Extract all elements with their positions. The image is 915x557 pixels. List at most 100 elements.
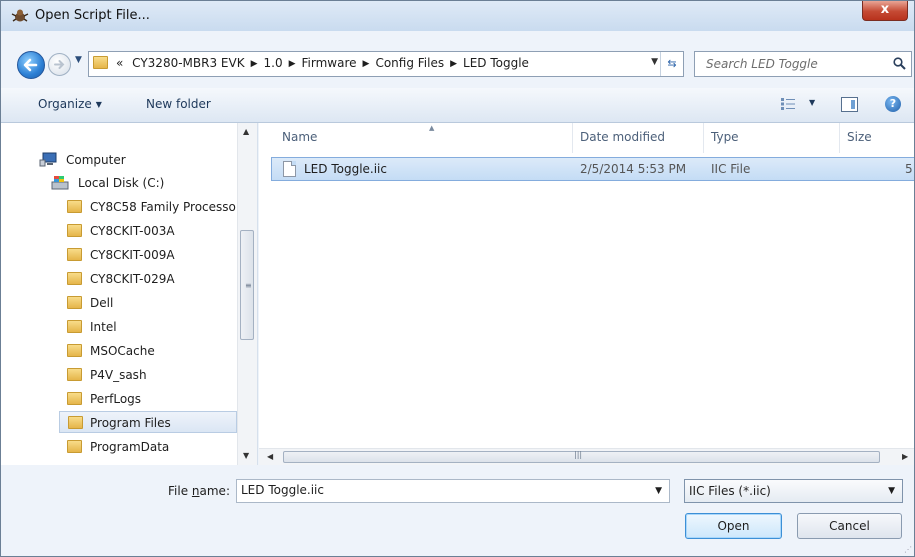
breadcrumb: « CY3280-MBR3 EVK ▶ 1.0 ▶ Firmware ▶ Config Fi… xyxy=(116,56,529,70)
nav-label: PerfLogs xyxy=(90,392,142,406)
column-header-size[interactable]: Size xyxy=(847,130,872,144)
access-key: n xyxy=(191,484,200,498)
scroll-left-icon[interactable]: ◀ xyxy=(267,452,273,461)
chevron-down-icon: ▼ xyxy=(888,486,895,496)
column-header-date[interactable]: Date modified xyxy=(580,130,665,144)
folder-icon xyxy=(67,392,82,405)
folder-icon xyxy=(67,248,82,261)
nav-item-folder[interactable]: PerfLogs xyxy=(1,388,237,410)
organize-label: Organize xyxy=(38,97,92,111)
command-bar: Organize ▼ New folder ▼ ? xyxy=(1,88,914,123)
file-date: 2/5/2014 5:53 PM xyxy=(580,162,687,176)
navigation-bar: ▼ « CY3280-MBR3 EVK ▶ 1.0 ▶ Firmware ▶ Config … xyxy=(1,32,914,88)
local-disk-icon xyxy=(51,176,69,190)
column-divider[interactable] xyxy=(703,123,704,153)
chevron-right-icon[interactable]: ▶ xyxy=(289,59,296,69)
nav-label: CY8CKIT-029A xyxy=(90,272,175,286)
scroll-up-icon[interactable]: ▲ xyxy=(243,127,249,136)
chevron-down-icon: ▼ xyxy=(95,100,102,109)
chevron-right-icon[interactable]: ▶ xyxy=(251,59,258,69)
scroll-right-icon[interactable]: ▶ xyxy=(902,452,908,461)
recent-locations-dropdown-icon[interactable]: ▼ xyxy=(75,55,82,65)
breadcrumb-item[interactable]: Firmware xyxy=(302,56,357,70)
app-icon xyxy=(11,9,29,22)
computer-icon xyxy=(39,152,57,167)
breadcrumb-item[interactable]: 1.0 xyxy=(264,56,283,70)
cancel-button[interactable]: Cancel xyxy=(797,513,902,539)
dialog-footer: File name: ▼ IIC Files (*.iic) ▼ Open Ca… xyxy=(1,466,914,556)
nav-label: Dell xyxy=(90,296,114,310)
nav-item-folder[interactable]: CY8CKIT-029A xyxy=(1,268,237,290)
column-divider[interactable] xyxy=(572,123,573,153)
back-button[interactable] xyxy=(17,51,45,79)
grip-icon: ≡ xyxy=(245,281,252,290)
breadcrumb-overflow[interactable]: « xyxy=(116,56,123,70)
resize-grip-icon[interactable]: ⋰ xyxy=(904,545,912,554)
view-options-icon[interactable] xyxy=(780,97,796,111)
nav-item-computer[interactable]: Computer xyxy=(1,149,237,171)
file-name-label: File name: xyxy=(168,484,230,498)
breadcrumb-item[interactable]: LED Toggle xyxy=(463,56,529,70)
close-button[interactable]: x xyxy=(862,1,908,21)
nav-item-folder[interactable]: CY8CKIT-009A xyxy=(1,244,237,266)
preview-pane-icon[interactable] xyxy=(841,97,858,112)
nav-item-folder[interactable]: CY8CKIT-003A xyxy=(1,220,237,242)
horizontal-scrollbar[interactable]: ◀ ||| ▶ xyxy=(259,448,914,465)
title-bar[interactable]: Open Script File... x xyxy=(1,1,914,31)
forward-arrow-icon xyxy=(54,60,65,69)
table-row[interactable]: LED Toggle.iic 2/5/2014 5:53 PM IIC File… xyxy=(271,157,914,181)
search-placeholder: Search LED Toggle xyxy=(706,57,818,71)
search-input[interactable]: Search LED Toggle xyxy=(694,51,912,77)
refresh-button[interactable]: ⇆ xyxy=(660,52,683,76)
nav-item-folder[interactable]: Intel xyxy=(1,316,237,338)
file-type: IIC File xyxy=(711,162,751,176)
open-button[interactable]: Open xyxy=(685,513,782,539)
nav-item-folder[interactable]: CY8C58 Family Processo xyxy=(1,196,237,218)
breadcrumb-item[interactable]: CY3280-MBR3 EVK xyxy=(132,56,244,70)
nav-item-folder[interactable]: P4V_sash xyxy=(1,364,237,386)
nav-label: Intel xyxy=(90,320,117,334)
grip-icon: ||| xyxy=(574,450,583,459)
nav-item-folder[interactable]: MSOCache xyxy=(1,340,237,362)
help-icon[interactable]: ? xyxy=(885,96,901,112)
new-folder-button[interactable]: New folder xyxy=(146,97,211,111)
column-header-name[interactable]: Name xyxy=(282,130,317,144)
chevron-right-icon[interactable]: ▶ xyxy=(363,59,370,69)
nav-label: Program Files xyxy=(90,416,171,430)
file-size: 5 xyxy=(905,162,913,176)
view-dropdown-icon[interactable]: ▼ xyxy=(809,98,815,107)
folder-icon xyxy=(67,224,82,237)
folder-icon xyxy=(67,296,82,309)
column-header-type[interactable]: Type xyxy=(711,130,739,144)
window-title: Open Script File... xyxy=(35,8,150,23)
file-type-select[interactable]: IIC Files (*.iic) ▼ xyxy=(684,479,903,503)
nav-item-local-disk[interactable]: Local Disk (C:) xyxy=(1,172,237,194)
back-arrow-icon xyxy=(23,58,38,72)
nav-label: Local Disk (C:) xyxy=(78,176,165,190)
nav-item-folder-selected[interactable]: Program Files xyxy=(59,411,237,433)
address-bar[interactable]: « CY3280-MBR3 EVK ▶ 1.0 ▶ Firmware ▶ Config Fi… xyxy=(88,51,684,77)
scroll-down-icon[interactable]: ▼ xyxy=(243,451,249,460)
search-icon[interactable] xyxy=(893,57,906,70)
folder-icon xyxy=(67,440,82,453)
column-divider[interactable] xyxy=(839,123,840,153)
nav-item-folder[interactable]: ProgramData xyxy=(1,436,237,458)
forward-button[interactable] xyxy=(48,53,71,76)
chevron-right-icon[interactable]: ▶ xyxy=(450,59,457,69)
nav-item-folder[interactable]: Dell xyxy=(1,292,237,314)
nav-label: Computer xyxy=(66,153,126,167)
nav-label: P4V_sash xyxy=(90,368,147,382)
scrollbar-thumb[interactable]: ||| xyxy=(283,450,880,463)
folder-icon xyxy=(93,56,108,69)
organize-button[interactable]: Organize ▼ xyxy=(38,97,102,111)
navigation-scrollbar[interactable]: ▲ ≡ ▼ xyxy=(237,123,257,465)
nav-label: CY8CKIT-003A xyxy=(90,224,175,238)
folder-icon xyxy=(67,272,82,285)
file-icon xyxy=(283,161,296,177)
scrollbar-thumb[interactable]: ≡ xyxy=(240,230,254,340)
address-dropdown-icon[interactable]: ▼ xyxy=(651,57,658,67)
file-name-field[interactable]: ▼ xyxy=(236,479,670,503)
chevron-down-icon[interactable]: ▼ xyxy=(655,486,662,496)
file-name-input[interactable] xyxy=(241,483,641,497)
breadcrumb-item[interactable]: Config Files xyxy=(375,56,444,70)
